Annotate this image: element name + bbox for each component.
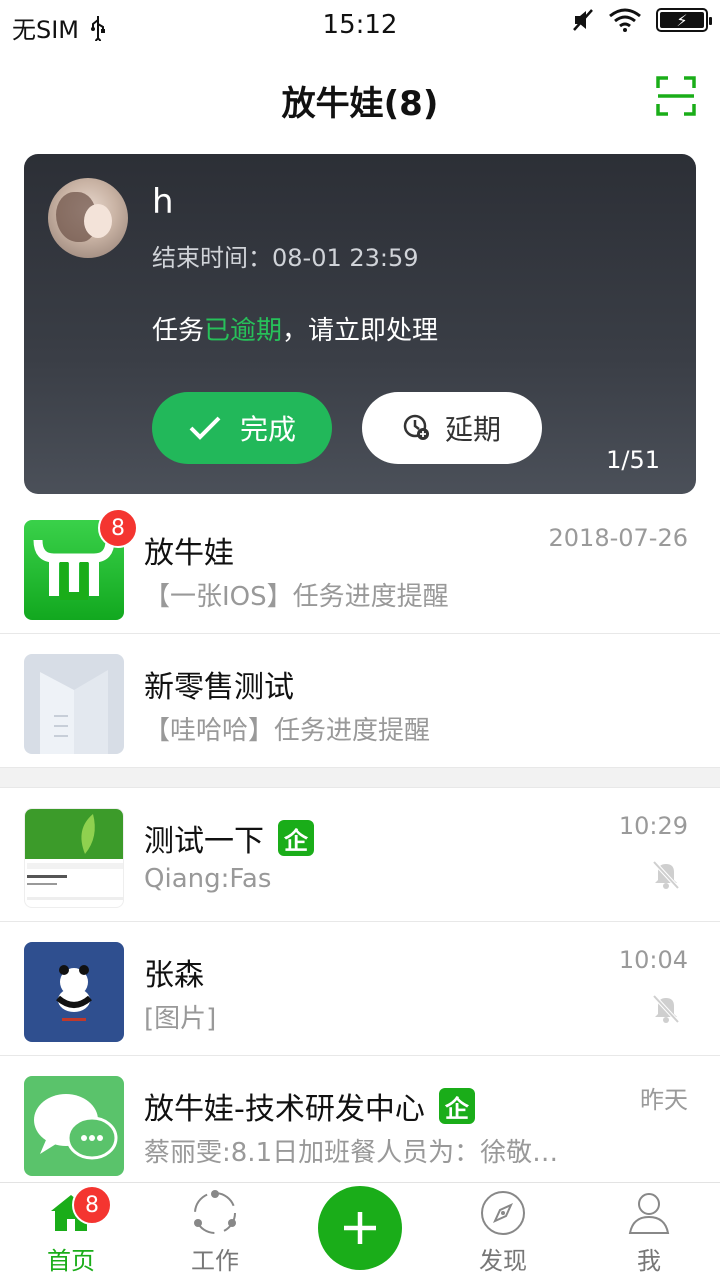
- conversation-time: 10:29: [618, 812, 688, 840]
- group-chat-icon: [24, 1076, 124, 1176]
- task-message-suffix: ，请立即处理: [282, 316, 439, 346]
- conversation-subtitle: Qiang:Fas: [144, 864, 272, 894]
- avatar: [48, 178, 128, 258]
- tab-work[interactable]: 工作: [160, 1183, 270, 1280]
- work-icon: [194, 1190, 236, 1234]
- tab-discover[interactable]: 发现: [448, 1183, 558, 1280]
- battery-icon: ⚡: [656, 8, 712, 32]
- mute-bell-icon: [652, 994, 680, 1024]
- plus-icon: [344, 1212, 376, 1244]
- conversation-title: 测试一下企: [144, 816, 314, 860]
- list-item[interactable]: 新零售测试 【哇哈哈】任务进度提醒: [0, 634, 720, 768]
- chat-bubbles-icon: [34, 1094, 118, 1160]
- list-item[interactable]: 放牛娃-技术研发中心企 蔡丽雯:8.1日加班餐人员为：徐敬… 昨天: [0, 1056, 720, 1190]
- list-item[interactable]: 张森 [图片] 10:04: [0, 922, 720, 1056]
- conversation-title-text: 张森: [144, 958, 204, 993]
- compass-icon: [481, 1191, 525, 1235]
- mute-bell-icon: [652, 860, 680, 890]
- complete-button[interactable]: 完成: [152, 392, 332, 464]
- check-icon: [189, 416, 221, 440]
- panda-icon: [56, 965, 92, 1021]
- complete-label: 完成: [239, 413, 296, 446]
- task-user-name: h: [152, 182, 174, 222]
- conversation-title: 张森: [144, 950, 204, 994]
- wifi-icon: [609, 8, 641, 32]
- conversation-subtitle: [图片]: [144, 1004, 217, 1034]
- conversation-title: 新零售测试: [144, 662, 294, 706]
- conversation-time: 10:04: [618, 946, 688, 974]
- task-end-time: 结束时间：08-01 23:59: [152, 244, 419, 272]
- conversation-time: 昨天: [640, 1086, 688, 1114]
- status-bar: 无SIM 15:12 ⚡: [0, 0, 720, 50]
- clock-plus-icon: [403, 414, 429, 440]
- conversation-title-text: 放牛娃: [144, 536, 234, 571]
- mute-status-icon: [573, 9, 593, 31]
- conversation-subtitle: 蔡丽雯:8.1日加班餐人员为：徐敬…: [144, 1138, 559, 1168]
- conversation-title-text: 新零售测试: [144, 670, 294, 705]
- unread-badge: 8: [98, 508, 138, 548]
- task-message: 任务已逾期，请立即处理: [152, 310, 438, 347]
- page-title: 放牛娃(8): [281, 84, 439, 124]
- conversation-list: 8 放牛娃 【一张IOS】任务进度提醒 2018-07-26 新零售测试 【哇哈…: [0, 500, 720, 1190]
- conversation-title: 放牛娃-技术研发中心企: [144, 1084, 475, 1128]
- tab-me-label: 我: [637, 1247, 661, 1275]
- add-button[interactable]: [318, 1186, 402, 1270]
- card-pagination: 1/51: [606, 446, 660, 474]
- conversation-title: 放牛娃: [144, 528, 234, 572]
- person-icon: [628, 1193, 670, 1234]
- tab-home[interactable]: 首页 8: [16, 1183, 126, 1280]
- enterprise-badge: 企: [438, 1088, 475, 1124]
- scan-icon[interactable]: [656, 76, 696, 116]
- tab-me[interactable]: 我: [594, 1183, 704, 1280]
- header: 放牛娃(8): [0, 60, 720, 140]
- leaf-image-icon: [25, 809, 123, 900]
- building-icon: [40, 670, 108, 754]
- task-reminder-card: h 结束时间：08-01 23:59 任务已逾期，请立即处理 完成 延期 1/5…: [24, 154, 696, 494]
- section-divider: [0, 768, 720, 788]
- conversation-time: 2018-07-26: [548, 524, 688, 552]
- tab-work-label: 工作: [191, 1247, 239, 1275]
- store-building-icon: [24, 654, 124, 754]
- home-badge: 8: [72, 1185, 112, 1225]
- delay-button[interactable]: 延期: [362, 392, 542, 464]
- task-message-prefix: 任务: [152, 316, 205, 346]
- delay-label: 延期: [444, 413, 501, 446]
- conversation-subtitle: 【哇哈哈】任务进度提醒: [144, 716, 431, 746]
- list-item[interactable]: 8 放牛娃 【一张IOS】任务进度提醒 2018-07-26: [0, 500, 720, 634]
- status-right: ⚡: [572, 8, 712, 32]
- conversation-title-text: 放牛娃-技术研发中心: [144, 1092, 425, 1127]
- task-overdue-text: 已逾期: [204, 316, 283, 346]
- group-thumbnail: [24, 808, 124, 908]
- conversation-subtitle: 【一张IOS】任务进度提醒: [144, 582, 449, 612]
- tab-discover-label: 发现: [479, 1247, 527, 1275]
- list-item[interactable]: 测试一下企 Qiang:Fas 10:29: [0, 788, 720, 922]
- tab-home-label: 首页: [47, 1247, 95, 1275]
- panda-avatar: [24, 942, 124, 1042]
- enterprise-badge: 企: [278, 820, 314, 856]
- conversation-title-text: 测试一下: [144, 824, 264, 859]
